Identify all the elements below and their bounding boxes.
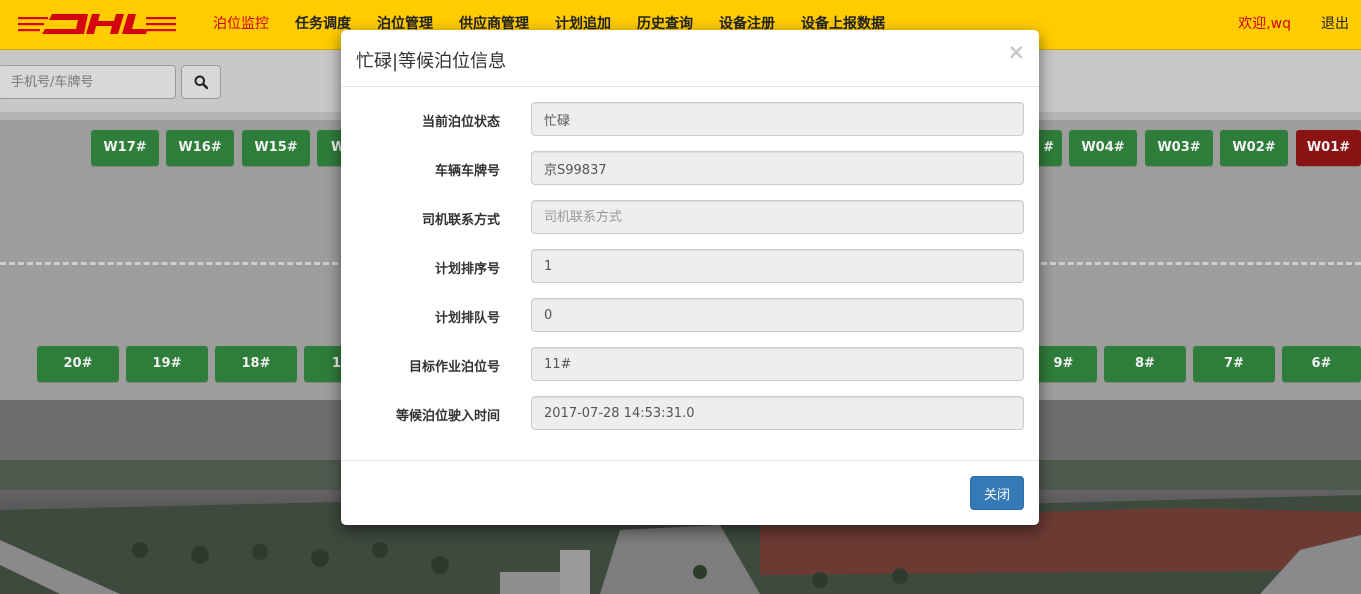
berth-slot[interactable]: 1 — [304, 346, 344, 382]
user-menu: 欢迎,wq 退出 — [1220, 0, 1361, 50]
berth-slot[interactable]: W03# — [1145, 130, 1213, 166]
berth-info-modal: 忙碌|等候泊位信息 × 当前泊位状态 车辆车牌号 司机联系方式 计划排序号 计划… — [341, 30, 1039, 525]
berth-slot[interactable]: W02# — [1220, 130, 1288, 166]
search-icon — [194, 75, 208, 89]
berth-slot[interactable]: 18# — [215, 346, 297, 382]
berth-slot[interactable]: W16# — [166, 130, 234, 166]
berth-slot[interactable]: 19# — [126, 346, 208, 382]
modal-title: 忙碌|等候泊位信息 — [356, 51, 507, 72]
berth-slot[interactable]: 7# — [1193, 346, 1275, 382]
berth-status-label: 当前泊位状态 — [421, 115, 500, 130]
wait-entry-time-label: 等候泊位驶入时间 — [395, 409, 500, 424]
logout-link[interactable]: 退出 — [1309, 0, 1361, 50]
target-berth-label: 目标作业泊位号 — [408, 360, 500, 375]
form-row-driver-contact: 司机联系方式 — [341, 200, 1039, 234]
wait-entry-time-field[interactable] — [531, 396, 1024, 430]
plan-queue-number-label: 计划排队号 — [434, 311, 500, 326]
berth-status-field[interactable] — [531, 102, 1024, 136]
form-row-plan-queue-number: 计划排队号 — [341, 298, 1039, 332]
form-row-target-berth: 目标作业泊位号 — [341, 347, 1039, 381]
berth-slot[interactable]: W15# — [242, 130, 310, 166]
plate-number-field[interactable] — [531, 151, 1024, 185]
form-row-berth-status: 当前泊位状态 — [341, 102, 1039, 136]
close-button[interactable]: 关闭 — [970, 476, 1024, 510]
berth-slot[interactable]: 6# — [1282, 346, 1361, 382]
search-button[interactable] — [181, 65, 221, 99]
berth-slot[interactable]: 8# — [1104, 346, 1186, 382]
form-row-plan-sort-number: 计划排序号 — [341, 249, 1039, 283]
dhl-logo[interactable] — [18, 12, 176, 38]
search-input[interactable] — [0, 65, 176, 99]
berth-slot[interactable]: 9# — [1030, 346, 1097, 382]
welcome-user[interactable]: 欢迎,wq — [1220, 0, 1309, 50]
plate-number-label: 车辆车牌号 — [434, 164, 500, 179]
modal-footer: 关闭 — [341, 460, 1039, 525]
berth-slot[interactable]: W04# — [1069, 130, 1137, 166]
nav-item-berth-monitor[interactable]: 泊位监控 — [200, 0, 282, 50]
driver-contact-label: 司机联系方式 — [421, 213, 500, 228]
berth-slot[interactable]: W17# — [91, 130, 159, 166]
plan-sort-number-field[interactable] — [531, 249, 1024, 283]
driver-contact-field[interactable] — [531, 200, 1024, 234]
form-row-plate-number: 车辆车牌号 — [341, 151, 1039, 185]
plan-sort-number-label: 计划排序号 — [434, 262, 500, 277]
berth-slot-busy[interactable]: W01# — [1296, 130, 1361, 166]
target-berth-field[interactable] — [531, 347, 1024, 381]
form-row-wait-entry-time: 等候泊位驶入时间 — [341, 396, 1039, 430]
modal-header: 忙碌|等候泊位信息 × — [341, 30, 1039, 87]
close-icon[interactable]: × — [1007, 42, 1025, 63]
berth-slot[interactable]: 20# — [37, 346, 119, 382]
plan-queue-number-field[interactable] — [531, 298, 1024, 332]
